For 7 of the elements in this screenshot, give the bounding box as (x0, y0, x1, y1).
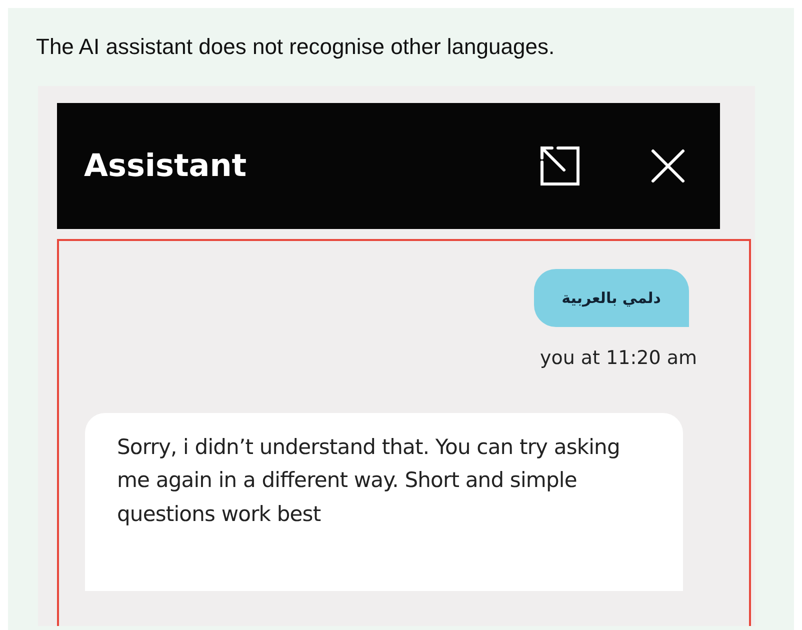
caption: The AI assistant does not recognise other languages. (36, 34, 556, 60)
close-icon (650, 148, 686, 184)
message-timestamp: you at 11:20 am (540, 346, 697, 369)
window-title: Assistant (84, 148, 248, 184)
assistant-message: Sorry, i didn’t understand that. You can try asking me again in a different way. Short and simple questions work best (85, 412, 683, 592)
user-message: دلمي بالعربية (534, 268, 689, 327)
expand-arrow-icon (538, 144, 582, 188)
